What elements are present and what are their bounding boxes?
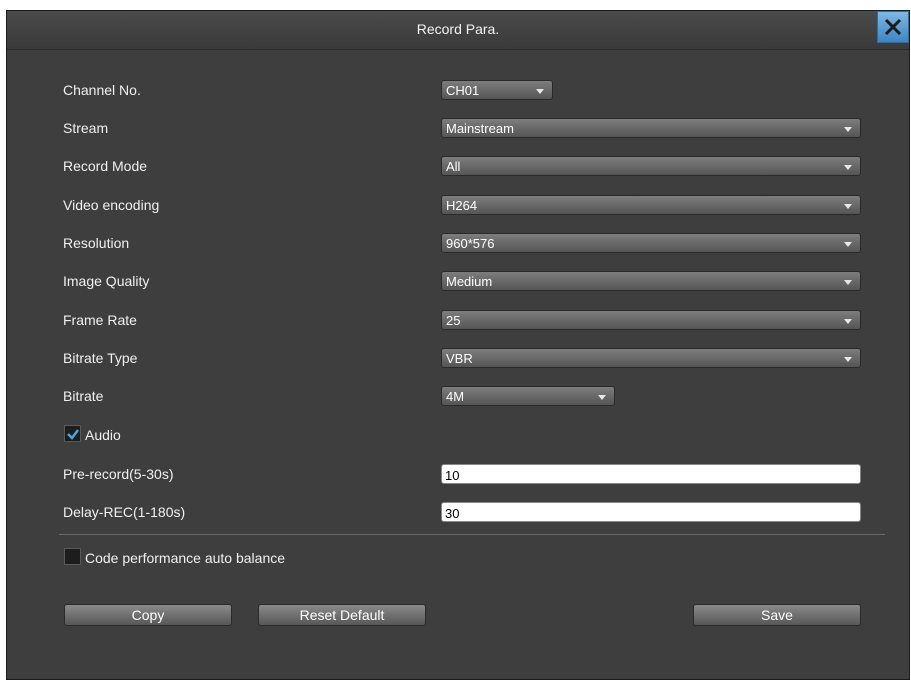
audio-checkbox[interactable] (64, 425, 81, 442)
close-button[interactable] (877, 11, 909, 43)
code-balance-checkbox[interactable] (64, 548, 81, 565)
record-mode-select[interactable]: All (441, 156, 861, 176)
chevron-down-icon (536, 89, 544, 94)
close-icon (884, 18, 902, 36)
title-bar: Record Para. (7, 11, 909, 50)
channel-no-label: Channel No. (63, 82, 141, 98)
bitrate-type-label: Bitrate Type (63, 350, 138, 366)
delay-rec-label: Delay-REC(1-180s) (63, 504, 186, 520)
copy-button[interactable]: Copy (64, 604, 232, 626)
image-quality-value: Medium (446, 274, 493, 289)
video-encoding-value: H264 (446, 198, 478, 213)
resolution-value: 960*576 (446, 236, 495, 251)
frame-rate-label: Frame Rate (63, 312, 137, 328)
bitrate-select[interactable]: 4M (441, 386, 615, 406)
stream-select[interactable]: Mainstream (441, 118, 861, 138)
bitrate-type-value: VBR (446, 351, 473, 366)
pre-record-input[interactable]: 10 (441, 464, 861, 484)
channel-no-value: CH01 (446, 83, 480, 98)
chevron-down-icon (844, 357, 852, 362)
chevron-down-icon (844, 319, 852, 324)
resolution-select[interactable]: 960*576 (441, 233, 861, 253)
stream-label: Stream (63, 120, 109, 136)
chevron-down-icon (844, 242, 852, 247)
divider (59, 534, 885, 535)
record-para-dialog: Record Para. Channel No. CH01 Stream Mai… (6, 10, 910, 680)
pre-record-label: Pre-record(5-30s) (63, 466, 174, 482)
video-encoding-select[interactable]: H264 (441, 195, 861, 215)
bitrate-label: Bitrate (63, 388, 104, 404)
image-quality-label: Image Quality (63, 273, 150, 289)
delay-rec-input[interactable]: 30 (441, 502, 861, 522)
frame-rate-value: 25 (446, 313, 461, 328)
video-encoding-label: Video encoding (63, 197, 160, 213)
chevron-down-icon (844, 165, 852, 170)
chevron-down-icon (598, 395, 606, 400)
resolution-label: Resolution (63, 235, 130, 251)
code-balance-label: Code performance auto balance (85, 550, 286, 566)
checkmark-icon (67, 429, 79, 440)
chevron-down-icon (844, 127, 852, 132)
bitrate-value: 4M (446, 389, 465, 404)
stream-value: Mainstream (446, 121, 514, 136)
reset-default-button[interactable]: Reset Default (258, 604, 426, 626)
save-button[interactable]: Save (693, 604, 861, 626)
audio-label: Audio (85, 427, 121, 443)
bitrate-type-select[interactable]: VBR (441, 348, 861, 368)
frame-rate-select[interactable]: 25 (441, 310, 861, 330)
chevron-down-icon (844, 204, 852, 209)
image-quality-select[interactable]: Medium (441, 271, 861, 291)
record-mode-label: Record Mode (63, 158, 148, 174)
record-mode-value: All (446, 159, 461, 174)
channel-no-select[interactable]: CH01 (441, 80, 553, 100)
chevron-down-icon (844, 280, 852, 285)
dialog-title: Record Para. (416, 21, 500, 37)
